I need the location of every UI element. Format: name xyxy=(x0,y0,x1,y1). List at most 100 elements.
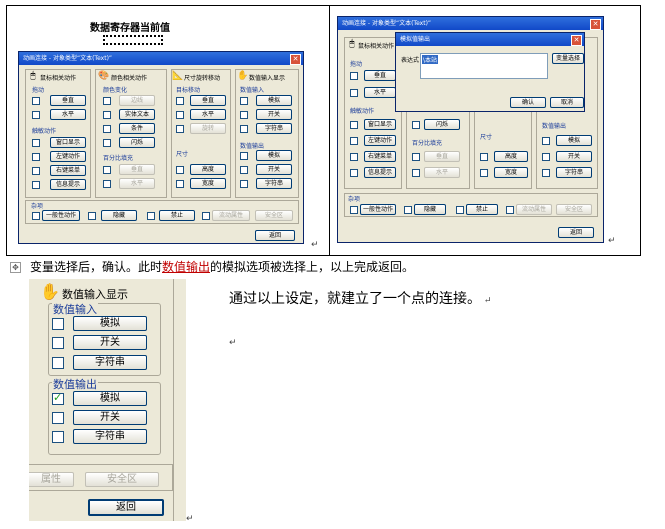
flow-button[interactable]: 流动属性 xyxy=(212,210,250,221)
right-menu-checkbox-2[interactable] xyxy=(350,153,358,161)
general-checkbox-2[interactable] xyxy=(350,206,358,214)
out-switch-checkbox[interactable] xyxy=(240,166,248,174)
crop-in-string-checkbox[interactable] xyxy=(52,357,64,369)
info-tip-checkbox[interactable] xyxy=(32,181,40,189)
return-button-2[interactable]: 返回 xyxy=(558,227,594,238)
crop-out-analog-button[interactable]: 模拟 xyxy=(73,391,147,406)
out-string-button-2[interactable]: 字符串 xyxy=(556,167,592,178)
solid-text-button[interactable]: 实体文本 xyxy=(119,109,155,120)
disable-button[interactable]: 禁止 xyxy=(159,210,195,221)
general-checkbox[interactable] xyxy=(32,212,40,220)
move-vertical-checkbox[interactable] xyxy=(176,97,184,105)
in-analog-button[interactable]: 模拟 xyxy=(256,95,292,106)
general-button-2[interactable]: 一般性动作 xyxy=(360,204,396,215)
hide-button-2[interactable]: 隐藏 xyxy=(414,204,446,215)
width-button-2[interactable]: 宽度 xyxy=(494,167,528,178)
in-analog-checkbox[interactable] xyxy=(240,97,248,105)
in-string-checkbox[interactable] xyxy=(240,125,248,133)
hide-button[interactable]: 隐藏 xyxy=(101,210,137,221)
flash-checkbox[interactable] xyxy=(103,139,111,147)
in-switch-button[interactable]: 开关 xyxy=(256,109,292,120)
crop-out-switch-checkbox[interactable] xyxy=(52,412,64,424)
info-tip-checkbox-2[interactable] xyxy=(350,169,358,177)
crop-safe-zone-button[interactable]: 安全区 xyxy=(85,472,159,487)
height-checkbox-2[interactable] xyxy=(480,153,488,161)
condition-button[interactable]: 条件 xyxy=(119,123,155,134)
out-string-checkbox[interactable] xyxy=(240,180,248,188)
flash-checkbox-2[interactable] xyxy=(412,121,420,129)
percent-vertical-checkbox[interactable] xyxy=(103,166,111,174)
drag-vertical-checkbox[interactable] xyxy=(32,97,40,105)
out-string-checkbox-2[interactable] xyxy=(542,169,550,177)
cancel-button[interactable]: 取消 xyxy=(550,97,584,108)
height-button[interactable]: 高度 xyxy=(190,164,226,175)
flash-button-2[interactable]: 闪烁 xyxy=(424,119,460,130)
hide-checkbox-2[interactable] xyxy=(404,206,412,214)
width-checkbox-2[interactable] xyxy=(480,169,488,177)
left-key-checkbox[interactable] xyxy=(32,153,40,161)
var-select-button[interactable]: 变量选择 xyxy=(552,53,584,64)
out-analog-button-2[interactable]: 模拟 xyxy=(556,135,592,146)
drag-horizontal-checkbox-2[interactable] xyxy=(350,89,358,97)
percent-vertical-button-2[interactable]: 垂直 xyxy=(424,151,460,162)
drag-vertical-button-2[interactable]: 垂直 xyxy=(364,70,396,81)
crop-in-switch-checkbox[interactable] xyxy=(52,337,64,349)
flash-button[interactable]: 闪烁 xyxy=(119,137,155,148)
out-string-button[interactable]: 字符串 xyxy=(256,178,292,189)
percent-horizontal-button[interactable]: 水平 xyxy=(119,178,155,189)
solid-text-checkbox[interactable] xyxy=(103,111,111,119)
width-button[interactable]: 宽度 xyxy=(190,178,226,189)
disable-checkbox-2[interactable] xyxy=(456,206,464,214)
window-show-checkbox-2[interactable] xyxy=(350,121,358,129)
crop-attr-button[interactable]: 属性 xyxy=(29,472,74,487)
safe-zone-button-2[interactable]: 安全区 xyxy=(556,204,592,215)
ok-button[interactable]: 确认 xyxy=(510,97,546,108)
rotate-button[interactable]: 旋转 xyxy=(190,123,226,134)
left-key-button-2[interactable]: 左键动作 xyxy=(364,135,396,146)
safe-zone-button[interactable]: 安全区 xyxy=(255,210,293,221)
move-horizontal-checkbox[interactable] xyxy=(176,111,184,119)
percent-vertical-checkbox-2[interactable] xyxy=(412,153,420,161)
crop-out-analog-checkbox[interactable]: ✓ xyxy=(52,391,64,405)
drag-vertical-button[interactable]: 垂直 xyxy=(50,95,86,106)
crop-in-analog-button[interactable]: 模拟 xyxy=(73,316,147,331)
drag-horizontal-button-2[interactable]: 水平 xyxy=(364,87,396,98)
drag-horizontal-button[interactable]: 水平 xyxy=(50,109,86,120)
expr-input[interactable]: \本站 xyxy=(420,53,548,79)
width-checkbox[interactable] xyxy=(176,180,184,188)
height-button-2[interactable]: 高度 xyxy=(494,151,528,162)
out-analog-button[interactable]: 模拟 xyxy=(256,150,292,161)
crop-in-switch-button[interactable]: 开关 xyxy=(73,335,147,350)
flow-button-2[interactable]: 流动属性 xyxy=(516,204,552,215)
general-button[interactable]: 一般性动作 xyxy=(42,210,80,221)
crop-out-string-checkbox[interactable] xyxy=(52,431,64,443)
move-horizontal-button[interactable]: 水平 xyxy=(190,109,226,120)
flow-checkbox-2[interactable] xyxy=(506,206,514,214)
percent-horizontal-checkbox-2[interactable] xyxy=(412,169,420,177)
disable-button-2[interactable]: 禁止 xyxy=(466,204,498,215)
out-switch-checkbox-2[interactable] xyxy=(542,153,550,161)
hide-checkbox[interactable] xyxy=(88,212,96,220)
crop-in-analog-checkbox[interactable] xyxy=(52,318,64,330)
info-tip-button[interactable]: 信息提示 xyxy=(50,179,86,190)
flow-checkbox[interactable] xyxy=(202,212,210,220)
condition-checkbox[interactable] xyxy=(103,125,111,133)
move-handle-icon[interactable]: ✥ xyxy=(10,262,21,273)
info-tip-button-2[interactable]: 信息提示 xyxy=(364,167,396,178)
crop-out-switch-button[interactable]: 开关 xyxy=(73,410,147,425)
drag-vertical-checkbox-2[interactable] xyxy=(350,72,358,80)
left-key-button[interactable]: 左键动作 xyxy=(50,151,86,162)
close-icon[interactable]: ✕ xyxy=(590,19,601,30)
move-vertical-button[interactable]: 垂直 xyxy=(190,95,226,106)
return-button[interactable]: 返回 xyxy=(255,230,295,241)
window-show-button[interactable]: 窗口显示 xyxy=(50,137,86,148)
percent-horizontal-button-2[interactable]: 水平 xyxy=(424,167,460,178)
border-button[interactable]: 边线 xyxy=(119,95,155,106)
left-key-checkbox-2[interactable] xyxy=(350,137,358,145)
disable-checkbox[interactable] xyxy=(147,212,155,220)
out-switch-button[interactable]: 开关 xyxy=(256,164,292,175)
close-icon[interactable]: ✕ xyxy=(571,35,582,46)
height-checkbox[interactable] xyxy=(176,166,184,174)
drag-horizontal-checkbox[interactable] xyxy=(32,111,40,119)
out-analog-checkbox[interactable] xyxy=(240,152,248,160)
